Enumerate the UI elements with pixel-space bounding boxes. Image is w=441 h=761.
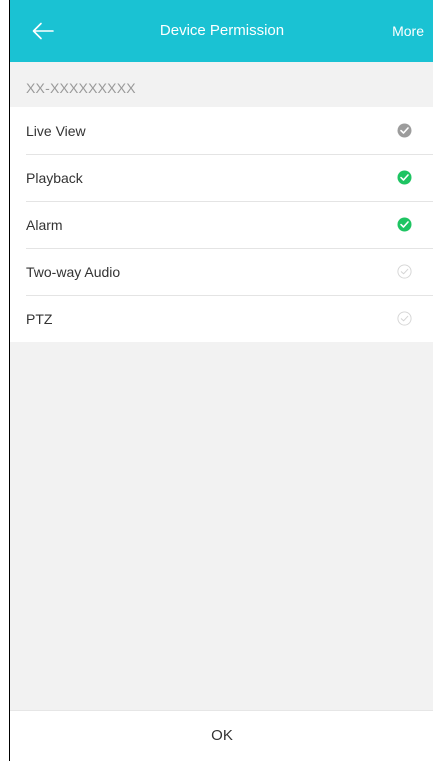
permission-label: Live View [26,122,86,139]
page-title: Device Permission [159,22,285,39]
permission-item-two-way-audio[interactable]: Two-way Audio [10,248,433,295]
app-screen: Device Permission More XX-XXXXXXXXX Live… [9,0,433,761]
footer-bar: OK [10,710,433,761]
permission-item-playback[interactable]: Playback [10,154,433,201]
header-bar: Device Permission More [10,0,433,62]
device-id-label: XX-XXXXXXXXX [26,80,136,96]
permission-label: PTZ [26,310,53,327]
check-circle-icon [397,170,412,185]
permission-label: Alarm [26,216,63,233]
check-outline-icon [397,264,412,279]
back-button[interactable] [26,15,60,47]
permission-list: Live View Playback Alarm Two-way Audio P… [10,107,433,342]
ok-button[interactable]: OK [10,711,433,761]
check-circle-icon [397,217,412,232]
permission-label: Playback [26,169,83,186]
permission-item-live-view[interactable]: Live View [10,107,433,154]
check-outline-icon [397,311,412,326]
more-button[interactable]: More [392,0,424,62]
permission-label: Two-way Audio [26,263,121,280]
arrow-left-icon [32,22,54,40]
check-circle-icon [397,123,412,138]
permission-item-ptz[interactable]: PTZ [10,295,433,342]
permission-item-alarm[interactable]: Alarm [10,201,433,248]
